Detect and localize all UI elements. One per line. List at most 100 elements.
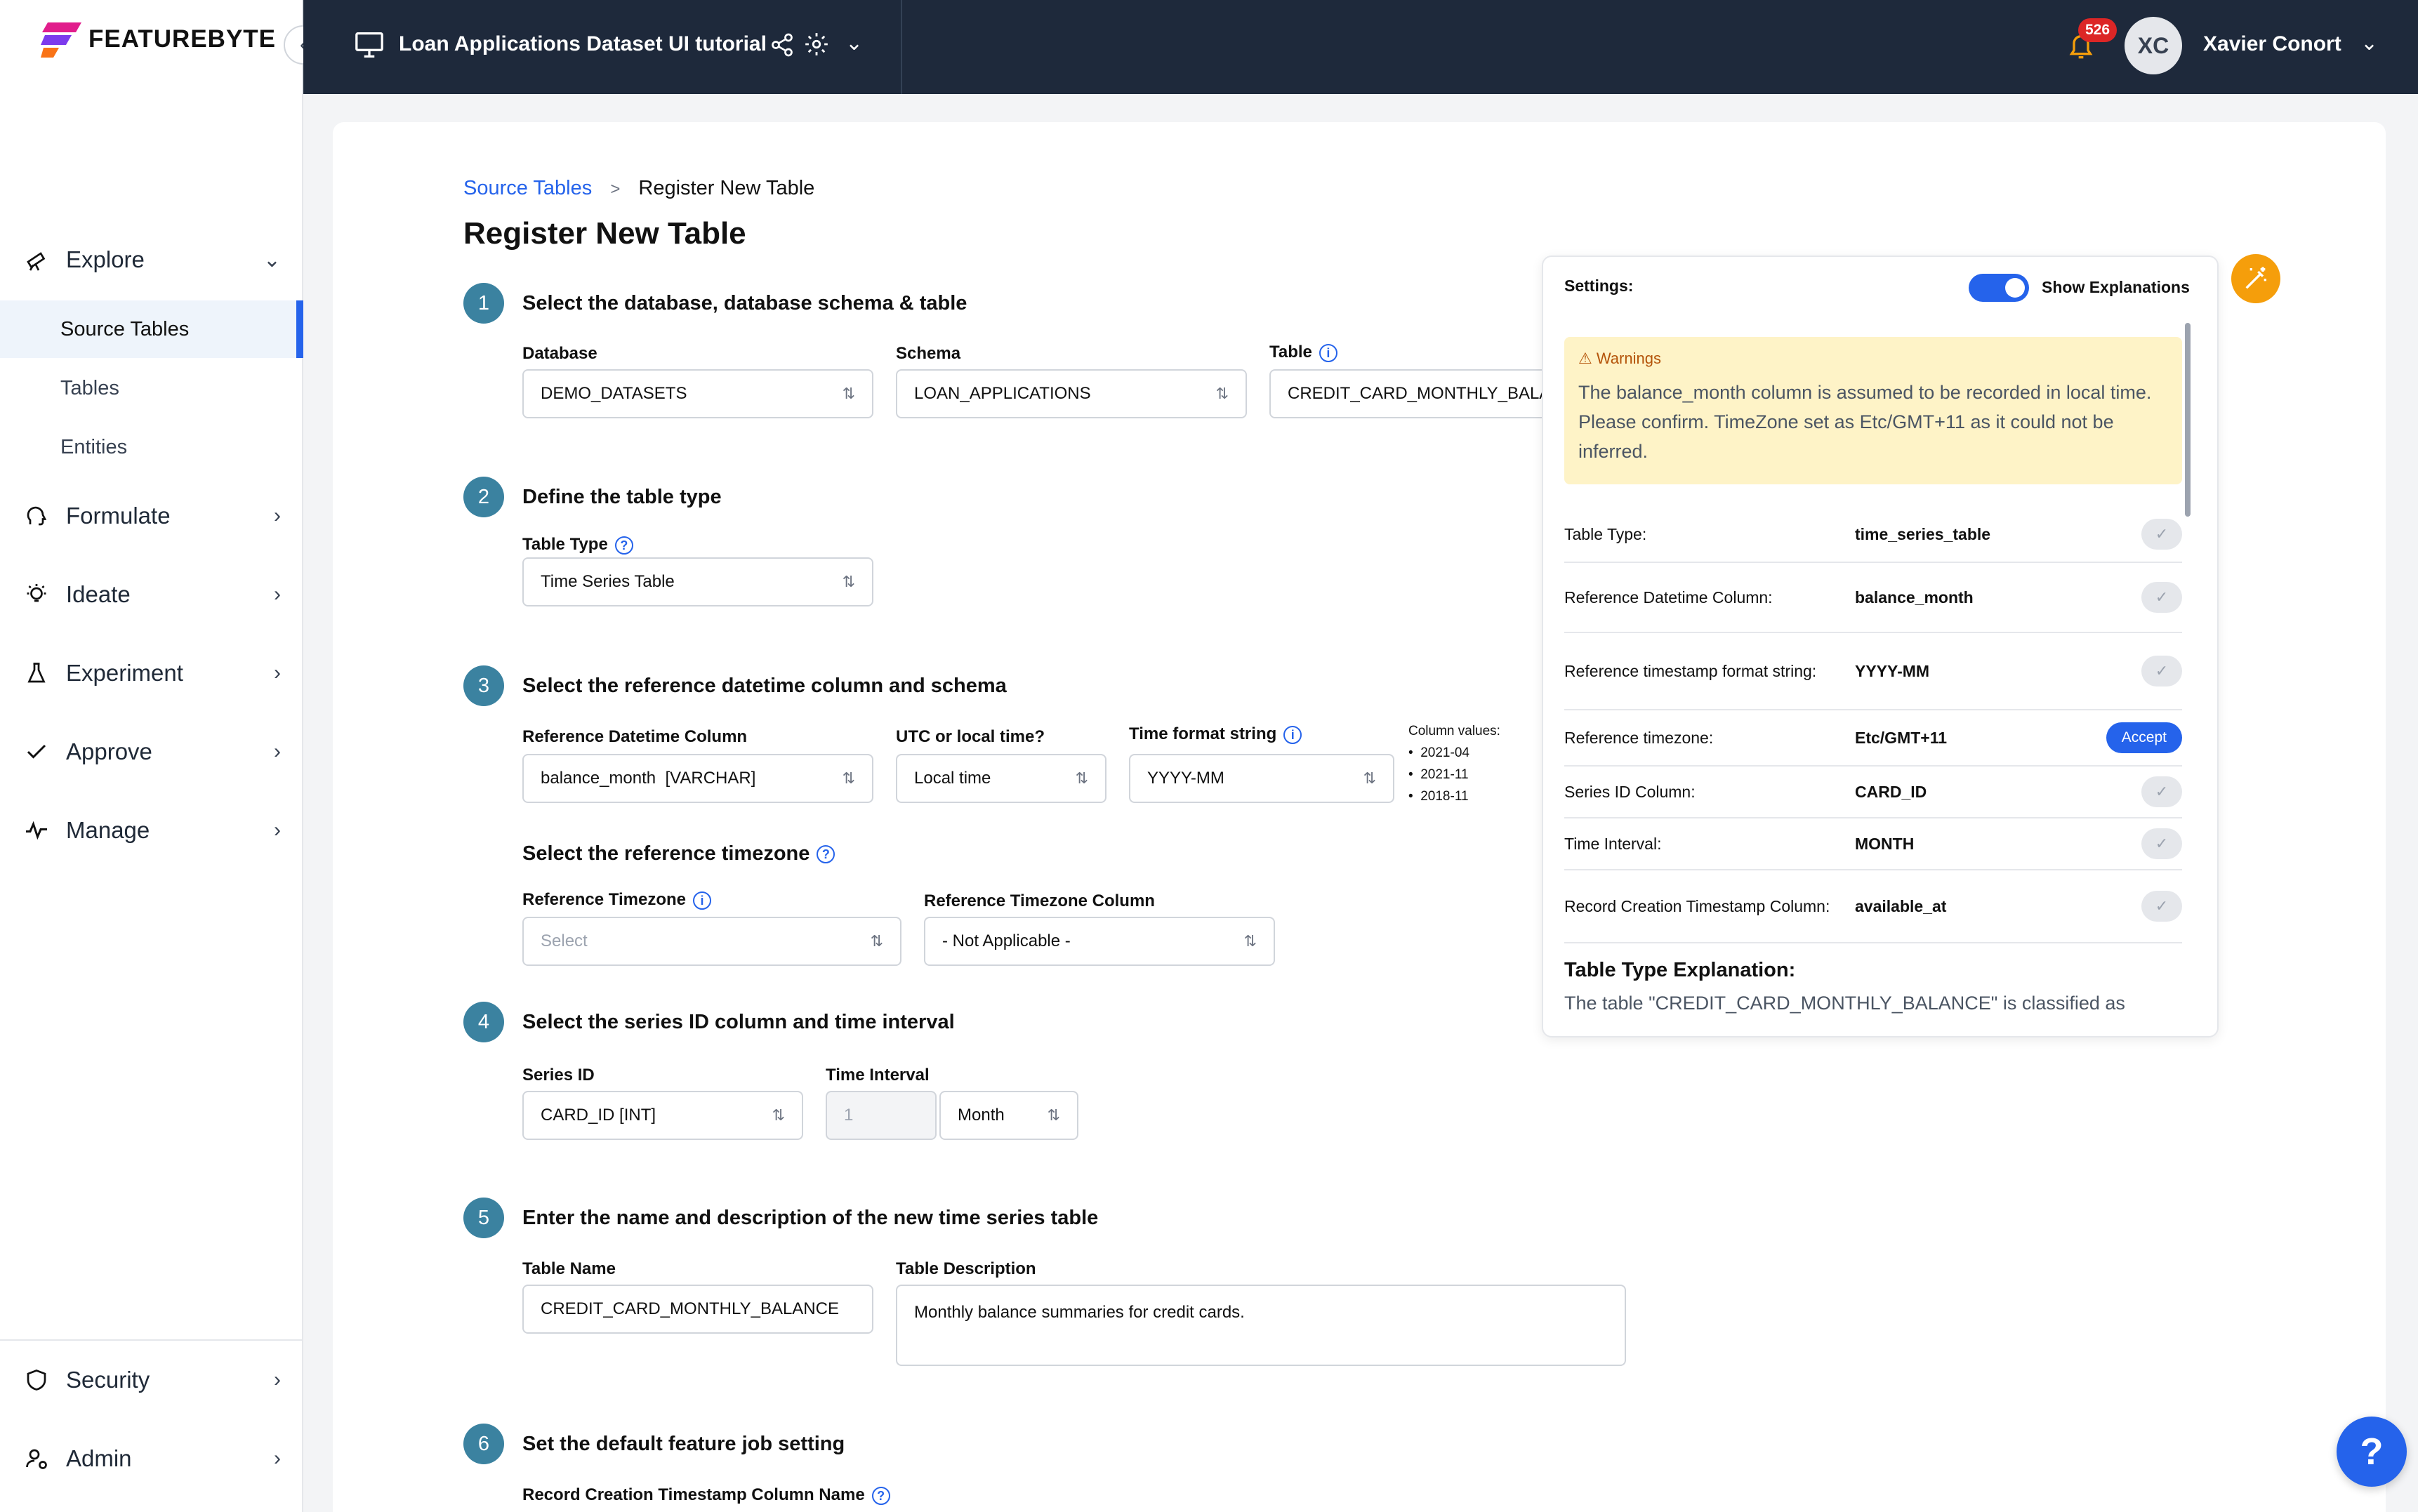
setting-row-table-type: Table Type: time_series_table ✓ bbox=[1564, 507, 2182, 563]
sidebar-item-label: Explore bbox=[66, 246, 145, 272]
setting-key: Table Type: bbox=[1564, 524, 1647, 543]
chevron-updown-icon: ⇅ bbox=[772, 1106, 785, 1124]
monitor-icon bbox=[354, 31, 385, 62]
settings-label: Settings: bbox=[1564, 277, 1634, 295]
check-icon[interactable]: ✓ bbox=[2141, 828, 2182, 859]
sidebar-item-security[interactable]: Security › bbox=[21, 1359, 281, 1401]
table-description-value: Monthly balance summaries for credit car… bbox=[914, 1303, 1245, 1322]
lightbulb-icon bbox=[21, 579, 52, 610]
sidebar-item-admin[interactable]: Admin › bbox=[21, 1438, 281, 1480]
chevron-down-icon[interactable]: ⌄ bbox=[2360, 31, 2378, 55]
flask-icon bbox=[21, 658, 52, 689]
user-name[interactable]: Xavier Conort bbox=[2203, 32, 2341, 56]
chevron-updown-icon: ⇅ bbox=[870, 932, 883, 950]
time-format-label: Time format string i bbox=[1129, 724, 1302, 744]
sidebar-item-formulate[interactable]: Formulate › bbox=[21, 495, 281, 537]
gear-icon[interactable] bbox=[803, 31, 830, 61]
timezone-column-value: - Not Applicable - bbox=[942, 931, 1071, 950]
sidebar-item-explore[interactable]: Explore ⌄ bbox=[21, 239, 281, 281]
timezone-section-title-text: Select the reference timezone bbox=[522, 842, 810, 865]
sidebar-subitem-entities[interactable]: Entities bbox=[0, 418, 303, 476]
sidebar-item-approve[interactable]: Approve › bbox=[21, 731, 281, 773]
chevron-updown-icon: ⇅ bbox=[1047, 1106, 1060, 1124]
help-icon[interactable]: ? bbox=[614, 536, 633, 555]
database-select[interactable]: DEMO_DATASETS ⇅ bbox=[522, 369, 873, 418]
utc-local-select[interactable]: Local time ⇅ bbox=[896, 754, 1106, 803]
series-id-select[interactable]: CARD_ID [INT] ⇅ bbox=[522, 1091, 803, 1140]
table-description-label: Table Description bbox=[896, 1259, 1036, 1278]
setting-value: YYYY-MM bbox=[1855, 661, 1930, 680]
time-interval-unit: Month bbox=[958, 1106, 1005, 1125]
step-number: 6 bbox=[463, 1424, 504, 1464]
reference-datetime-select[interactable]: balance_month [VARCHAR] ⇅ bbox=[522, 754, 873, 803]
setting-value: time_series_table bbox=[1855, 524, 1991, 543]
table-label: Table i bbox=[1269, 343, 1337, 362]
column-values-label: Column values: bbox=[1408, 724, 1500, 738]
warning-title: ⚠ Warnings bbox=[1578, 350, 1661, 367]
catalog-title: Loan Applications Dataset UI tutorial bbox=[399, 32, 767, 55]
check-icon[interactable]: ✓ bbox=[2141, 891, 2182, 922]
sidebar-subitem-tables[interactable]: Tables bbox=[0, 359, 303, 417]
check-icon[interactable]: ✓ bbox=[2141, 656, 2182, 687]
schema-label: Schema bbox=[896, 344, 961, 363]
time-format-select[interactable]: YYYY-MM ⇅ bbox=[1129, 754, 1394, 803]
chevron-updown-icon: ⇅ bbox=[842, 573, 855, 590]
accept-button[interactable]: Accept bbox=[2106, 722, 2182, 753]
info-icon[interactable]: i bbox=[692, 891, 711, 910]
toggle-knob bbox=[2005, 278, 2025, 298]
table-name-input[interactable]: CREDIT_CARD_MONTHLY_BALANCE bbox=[522, 1285, 873, 1334]
table-select[interactable]: CREDIT_CARD_MONTHLY_BALA bbox=[1269, 369, 1550, 418]
sidebar-item-ideate[interactable]: Ideate › bbox=[21, 573, 281, 616]
sidebar-item-label: Approve bbox=[66, 738, 152, 764]
setting-value: Etc/GMT+11 bbox=[1855, 728, 1948, 747]
notification-badge: 526 bbox=[2078, 18, 2118, 42]
database-label: Database bbox=[522, 344, 597, 363]
utc-local-label: UTC or local time? bbox=[896, 727, 1045, 746]
time-interval-unit-select[interactable]: Month ⇅ bbox=[939, 1091, 1078, 1140]
check-icon[interactable]: ✓ bbox=[2141, 776, 2182, 807]
sidebar-item-experiment[interactable]: Experiment › bbox=[21, 652, 281, 694]
breadcrumb-current: Register New Table bbox=[638, 177, 815, 199]
time-format-label-text: Time format string bbox=[1129, 724, 1277, 743]
sidebar-subitem-source-tables[interactable]: Source Tables bbox=[0, 300, 303, 358]
setting-value: MONTH bbox=[1855, 834, 1915, 853]
reference-datetime-label: Reference Datetime Column bbox=[522, 727, 748, 746]
scrollbar[interactable] bbox=[2185, 323, 2191, 517]
table-description-textarea[interactable]: Monthly balance summaries for credit car… bbox=[896, 1285, 1626, 1366]
time-interval-number-input[interactable]: 1 bbox=[826, 1091, 937, 1140]
chevron-updown-icon: ⇅ bbox=[842, 769, 855, 787]
explanation-title: Table Type Explanation: bbox=[1564, 959, 1796, 981]
schema-select[interactable]: LOAN_APPLICATIONS ⇅ bbox=[896, 369, 1247, 418]
check-icon[interactable]: ✓ bbox=[2141, 519, 2182, 550]
logo[interactable]: FEATUREBYTE bbox=[41, 20, 276, 59]
setting-key: Reference timestamp format string: bbox=[1564, 661, 1817, 680]
show-explanations-toggle[interactable] bbox=[1969, 274, 2029, 302]
reference-timezone-select[interactable]: Select ⇅ bbox=[522, 917, 901, 966]
table-type-label: Table Type? bbox=[522, 535, 633, 555]
share-icon[interactable] bbox=[769, 32, 795, 61]
timezone-column-select[interactable]: - Not Applicable - ⇅ bbox=[924, 917, 1275, 966]
info-icon[interactable]: i bbox=[1319, 343, 1337, 362]
table-type-select[interactable]: Time Series Table ⇅ bbox=[522, 557, 873, 606]
record-creation-label-text: Record Creation Timestamp Column Name bbox=[522, 1485, 865, 1504]
step-title: Select the database, database schema & t… bbox=[522, 292, 967, 314]
magic-wand-button[interactable] bbox=[2231, 254, 2280, 303]
breadcrumb-link-source-tables[interactable]: Source Tables bbox=[463, 177, 592, 199]
sidebar-item-label: Security bbox=[66, 1367, 150, 1393]
check-icon[interactable]: ✓ bbox=[2141, 582, 2182, 613]
page-title: Register New Table bbox=[463, 216, 746, 251]
logo-text: FEATUREBYTE bbox=[88, 25, 277, 53]
help-icon[interactable]: ? bbox=[871, 1486, 890, 1505]
info-icon[interactable]: i bbox=[1283, 725, 1302, 744]
sidebar-item-manage[interactable]: Manage › bbox=[21, 809, 281, 851]
step-title: Define the table type bbox=[522, 486, 722, 508]
check-icon bbox=[21, 736, 52, 767]
help-button[interactable]: ? bbox=[2337, 1417, 2407, 1487]
chevron-right-icon: › bbox=[274, 740, 281, 763]
step-number: 4 bbox=[463, 1002, 504, 1042]
avatar[interactable]: XC bbox=[2125, 17, 2182, 74]
table-type-label-text: Table Type bbox=[522, 535, 608, 554]
chevron-down-icon[interactable]: ⌄ bbox=[845, 31, 863, 55]
help-icon[interactable]: ? bbox=[817, 845, 835, 864]
setting-key: Reference timezone: bbox=[1564, 728, 1714, 747]
